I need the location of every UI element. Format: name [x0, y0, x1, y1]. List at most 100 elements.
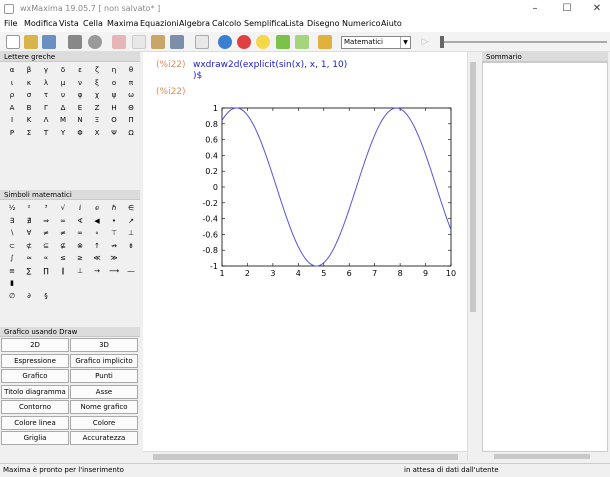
new-document-icon[interactable]: [6, 35, 20, 49]
copy-icon[interactable]: [132, 35, 146, 49]
math-symbol[interactable]: ↗: [121, 215, 141, 227]
maxima-icon[interactable]: [318, 35, 332, 49]
y-tick-label: -0.6: [202, 230, 218, 239]
draw-button[interactable]: Colore riempimento: [70, 415, 138, 440]
greek-symbol[interactable]: ω: [121, 89, 141, 101]
summary-panel[interactable]: [482, 62, 608, 452]
greek-symbol[interactable]: Π: [121, 114, 141, 126]
menu-disegno[interactable]: Disegno: [307, 19, 340, 28]
status-bar: Maxima è pronto per l'inserimento in att…: [0, 463, 610, 477]
refresh-icon[interactable]: [218, 35, 232, 49]
menu-aiuto[interactable]: Aiuto: [381, 19, 402, 28]
minimize-button[interactable]: –: [520, 0, 550, 18]
x-tick-label: 9: [423, 269, 428, 278]
summary-horizontal-scrollbar[interactable]: [482, 452, 608, 461]
summary-header: Sommario: [482, 52, 608, 62]
chevron-down-icon: ▼: [400, 37, 410, 48]
greek-symbol[interactable]: Ω: [121, 127, 141, 139]
x-tick-label: 1: [219, 269, 224, 278]
print-icon[interactable]: [68, 35, 82, 49]
scrollbar-thumb[interactable]: [494, 454, 590, 459]
menu-semplifica[interactable]: Semplifica: [244, 19, 286, 28]
menu-file[interactable]: File: [4, 19, 17, 28]
find-icon[interactable]: [195, 35, 209, 49]
math-symbol[interactable]: ▮: [2, 277, 22, 289]
menu-numerico[interactable]: Numerico: [342, 19, 381, 28]
x-tick-label: 10: [446, 269, 456, 278]
worksheet[interactable]: (%i22) wxdraw2d(explicit(sin(x), x, 1, 1…: [143, 52, 467, 461]
x-tick-label: 6: [347, 269, 352, 278]
math-symbol[interactable]: §: [36, 290, 56, 302]
x-tick-label: 7: [372, 269, 377, 278]
math-panel: ½ ² ³ √ ⅈ ⅇ ℏ ∈ ∃ ∄ ⇒ ∞ ∢ ◀ • ↗ ∖ ∀ ≠ ≠ ∞ ∘ ⊤ ⊥ ⊂ ⊄ ⊆ ⊈ ⊗ ↑ ↛ ⇟ ∫ ≈ ∝ ≤ ≥ ≪ ≫ ≡…: [0, 200, 140, 324]
draw-button[interactable]: Colore linea: [1, 415, 69, 430]
menu-algebra[interactable]: Algebra: [179, 19, 210, 28]
greek-panel-header: Lettere greche: [0, 52, 140, 62]
input-code-line1[interactable]: wxdraw2d(explicit(sin(x), x, 1, 10): [193, 60, 347, 70]
status-right: in attesa di dati dall'utente: [404, 466, 499, 474]
draw-button[interactable]: Asse: [70, 384, 138, 399]
mode-select[interactable]: Matematici ▼: [341, 36, 411, 49]
y-tick-label: 0.6: [205, 136, 218, 145]
select-all-icon[interactable]: [170, 35, 184, 49]
y-tick-label: 0.4: [205, 151, 218, 160]
draw-panel: 2D 3D Espressione Grafico implicito Grafico …: [0, 337, 140, 461]
menu-maxima[interactable]: Maxima: [107, 19, 138, 28]
draw-button[interactable]: 2D: [1, 338, 69, 352]
draw-button[interactable]: Contorno: [1, 400, 69, 414]
save-icon[interactable]: [42, 35, 56, 49]
arrow-right-icon[interactable]: [295, 35, 309, 49]
arrow-up-icon[interactable]: [276, 35, 290, 49]
math-symbol[interactable]: ⇟: [121, 240, 141, 252]
x-tick-label: 3: [270, 269, 275, 278]
menu-vista[interactable]: Vista: [59, 19, 79, 28]
draw-button[interactable]: Grafico parametrico: [1, 369, 69, 393]
scrollbar-thumb[interactable]: [470, 62, 476, 312]
greek-symbol[interactable]: θ: [121, 64, 141, 76]
menu-modifica[interactable]: Modifica: [24, 19, 57, 28]
draw-button[interactable]: Espressione: [1, 353, 69, 368]
math-symbol[interactable]: ≫: [104, 252, 124, 264]
y-tick-label: -0.2: [202, 199, 218, 208]
title-bar: wxMaxima 19.05.7 [ non salvato* ] – ☐ ✕: [0, 0, 610, 18]
x-tick-label: 5: [321, 269, 326, 278]
greek-symbol[interactable]: Θ: [121, 102, 141, 114]
settings-gear-icon[interactable]: [88, 35, 102, 49]
greek-symbol[interactable]: π: [121, 77, 141, 89]
math-symbol[interactable]: ―: [121, 265, 141, 277]
draw-button[interactable]: Grafico implicito: [70, 353, 138, 368]
menu-cella[interactable]: Cella: [83, 19, 103, 28]
x-tick-label: 4: [296, 269, 301, 278]
math-symbol[interactable]: ⊥: [121, 227, 141, 239]
menu-lista[interactable]: Lista: [285, 19, 304, 28]
input-code-line2[interactable]: )$: [193, 71, 202, 81]
evaluate-icon[interactable]: [256, 35, 270, 49]
open-folder-icon[interactable]: [24, 35, 38, 49]
animation-slider-thumb[interactable]: [440, 36, 444, 48]
math-symbol[interactable]: ∈: [121, 202, 141, 214]
play-icon[interactable]: ▷: [418, 35, 432, 49]
worksheet-horizontal-scrollbar[interactable]: [143, 451, 467, 461]
math-panel-header: Simboli matematici: [0, 190, 140, 200]
menu-equazioni[interactable]: Equazioni: [140, 19, 179, 28]
draw-button[interactable]: Griglia: [1, 431, 69, 445]
worksheet-vertical-scrollbar[interactable]: [467, 52, 478, 461]
x-tick-label: 8: [398, 269, 403, 278]
draw-button[interactable]: 3D: [70, 338, 138, 352]
paste-icon[interactable]: [151, 35, 165, 49]
scrollbar-thumb[interactable]: [153, 454, 458, 460]
animation-slider-track[interactable]: [444, 41, 607, 43]
y-tick-label: -0.4: [202, 215, 218, 224]
menu-calcolo[interactable]: Calcolo: [212, 19, 241, 28]
draw-button[interactable]: Nome grafico: [70, 400, 138, 414]
interrupt-icon[interactable]: [237, 35, 251, 49]
x-tick-label: 2: [245, 269, 250, 278]
draw-button[interactable]: Accuratezza: [70, 431, 138, 445]
draw-button[interactable]: Titolo diagramma: [1, 384, 69, 399]
maximize-button[interactable]: ☐: [552, 0, 582, 18]
cut-icon[interactable]: [112, 35, 126, 49]
y-tick-label: -1: [210, 262, 218, 271]
sin-curve: [221, 107, 452, 267]
draw-button[interactable]: Punti: [70, 369, 138, 383]
close-button[interactable]: ✕: [582, 0, 610, 18]
